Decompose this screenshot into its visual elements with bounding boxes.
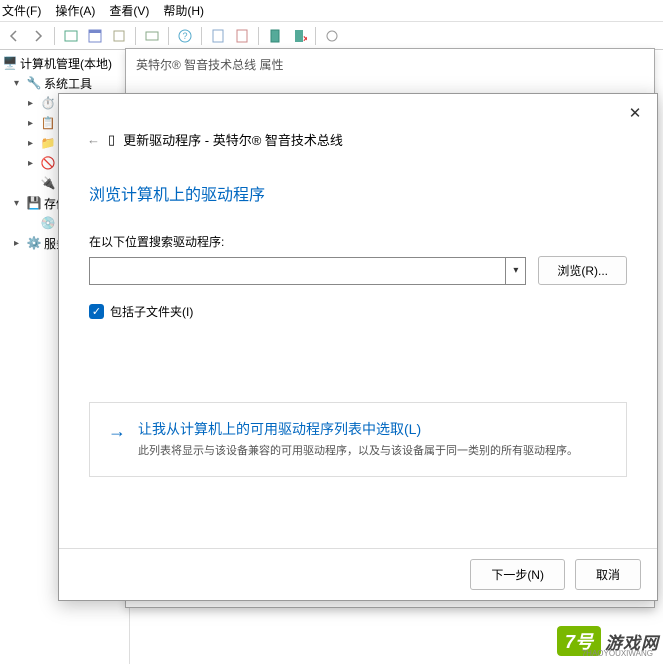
- device-chip-icon: ▯: [108, 132, 115, 148]
- expand-icon[interactable]: ▾: [14, 198, 24, 209]
- path-label: 在以下位置搜索驱动程序:: [89, 233, 627, 250]
- menu-bar: 文件(F) 操作(A) 查看(V) 帮助(H): [0, 0, 663, 22]
- event-icon: 📋: [40, 115, 56, 131]
- path-combobox[interactable]: ▾: [89, 257, 526, 285]
- svg-text:?: ?: [182, 31, 187, 41]
- section-title: 浏览计算机上的驱动程序: [89, 181, 627, 205]
- cancel-button[interactable]: 取消: [575, 559, 641, 590]
- tree-system-tools[interactable]: ▾ 🔧 系统工具: [0, 73, 129, 93]
- tree-root[interactable]: 🖥️ 计算机管理(本地): [0, 53, 129, 73]
- path-input[interactable]: [90, 258, 503, 284]
- forward-icon[interactable]: [28, 26, 48, 46]
- update-driver-wizard: ✕ ← ▯ 更新驱动程序 - 英特尔® 智音技术总线 浏览计算机上的驱动程序 在…: [58, 93, 658, 601]
- tool-icon-2[interactable]: [85, 26, 105, 46]
- option-title: 让我从计算机上的可用驱动程序列表中选取(L): [138, 419, 578, 439]
- arrow-right-icon: →: [108, 421, 126, 460]
- tool-icon-1[interactable]: [61, 26, 81, 46]
- dropdown-icon[interactable]: ▾: [505, 258, 525, 284]
- include-subfolders-checkbox[interactable]: ✓: [89, 304, 104, 319]
- menu-help[interactable]: 帮助(H): [163, 2, 204, 19]
- expand-icon[interactable]: ▾: [14, 78, 24, 89]
- scheduler-icon: ⏱️: [40, 95, 56, 111]
- toolbar: ? ×: [0, 22, 663, 50]
- browse-button[interactable]: 浏览(R)...: [538, 256, 627, 285]
- back-arrow-icon[interactable]: ←: [87, 132, 100, 147]
- wizard-header: ← ▯ 更新驱动程序 - 英特尔® 智音技术总线: [59, 94, 657, 159]
- tree-root-label: 计算机管理(本地): [20, 55, 112, 72]
- tool-icon-9[interactable]: [322, 26, 342, 46]
- disk-icon: 💿: [40, 215, 56, 231]
- properties-title: 英特尔® 智音技术总线 属性: [126, 49, 654, 79]
- help-icon[interactable]: ?: [175, 26, 195, 46]
- tool-icon-7[interactable]: [265, 26, 285, 46]
- device-icon: 🔌: [40, 175, 56, 191]
- tool-icon-5[interactable]: [208, 26, 228, 46]
- tool-icon-6[interactable]: [232, 26, 252, 46]
- pick-from-list-option[interactable]: → 让我从计算机上的可用驱动程序列表中选取(L) 此列表将显示与该设备兼容的可用…: [89, 402, 627, 477]
- tool-icon-4[interactable]: [142, 26, 162, 46]
- wizard-title: 更新驱动程序 - 英特尔® 智音技术总线: [123, 130, 343, 149]
- menu-view[interactable]: 查看(V): [109, 2, 149, 19]
- perf-icon: 🚫: [40, 155, 56, 171]
- tree-label: 系统工具: [44, 75, 92, 92]
- tools-icon: 🔧: [26, 75, 42, 91]
- back-icon[interactable]: [4, 26, 24, 46]
- tool-icon-8[interactable]: ×: [289, 26, 309, 46]
- folder-icon: 📁: [40, 135, 56, 151]
- close-button[interactable]: ✕: [623, 102, 647, 126]
- next-button[interactable]: 下一步(N): [470, 559, 565, 590]
- menu-action[interactable]: 操作(A): [55, 2, 95, 19]
- option-description: 此列表将显示与该设备兼容的可用驱动程序，以及与该设备属于同一类别的所有驱动程序。: [138, 443, 578, 460]
- menu-file[interactable]: 文件(F): [2, 2, 41, 19]
- tool-icon-3[interactable]: [109, 26, 129, 46]
- services-icon: ⚙️: [26, 235, 42, 251]
- watermark-sub: 7HAOYOUXIWANG: [582, 649, 653, 658]
- watermark: 7号 游戏网 7HAOYOUXIWANG: [557, 626, 659, 656]
- include-subfolders-label: 包括子文件夹(I): [110, 303, 193, 320]
- computer-icon: 🖥️: [2, 55, 18, 71]
- svg-text:×: ×: [303, 34, 307, 44]
- storage-icon: 💾: [26, 195, 42, 211]
